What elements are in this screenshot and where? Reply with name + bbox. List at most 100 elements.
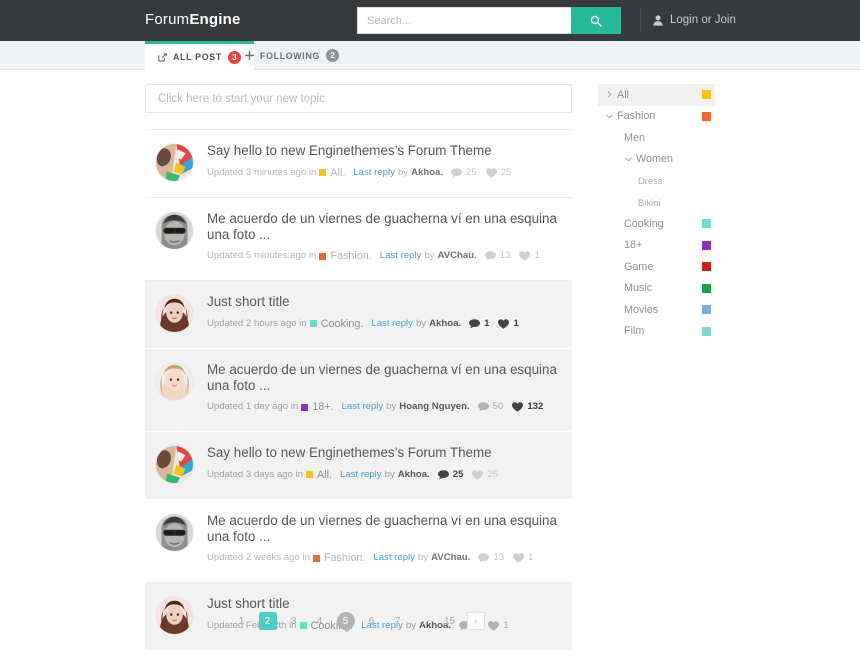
sidebar-category-game[interactable]: Game (598, 256, 715, 278)
pagination-page-1[interactable]: 1 (233, 612, 251, 630)
last-reply-link[interactable]: Last reply (340, 468, 382, 482)
post-updated: Updated 3 days ago in (207, 468, 303, 482)
search-button[interactable] (571, 7, 621, 34)
post-category[interactable]: Fashion. (330, 246, 375, 268)
post-avatar[interactable] (156, 514, 193, 551)
post-author[interactable]: AVChau. (431, 551, 470, 565)
post-author[interactable]: Akhoa. (398, 468, 430, 482)
category-color-swatch (702, 327, 711, 336)
avatar-image (156, 514, 193, 551)
sidebar-category-cooking[interactable]: Cooking (598, 213, 715, 235)
top-navbar: ForumEngine Login or Join (0, 0, 860, 41)
post-avatar[interactable] (156, 446, 193, 483)
post-category[interactable]: 18+. (312, 397, 337, 419)
heart-icon (519, 251, 530, 261)
post-row[interactable]: Me acuerdo de un viernes de guacherna ví… (145, 651, 572, 657)
category-color-swatch (702, 219, 711, 228)
post-row[interactable]: Me acuerdo de un viernes de guacherna ví… (145, 500, 572, 584)
post-row[interactable]: Say hello to new Enginethemes’s Forum Th… (145, 432, 572, 500)
post-title[interactable]: Say hello to new Enginethemes’s Forum Th… (207, 445, 562, 461)
sidebar-category-women[interactable]: Women (598, 149, 715, 171)
login-label: Login or Join (670, 14, 736, 26)
post-meta: Updated 3 days ago inAll.Last replybyAkh… (207, 464, 562, 486)
avatar-image (156, 144, 193, 181)
post-meta: Updated 1 day ago in18+.Last replybyHoan… (207, 397, 562, 419)
login-or-join-button[interactable]: Login or Join (640, 8, 736, 32)
like-count: 132 (512, 400, 543, 414)
sidebar-category-music[interactable]: Music (598, 278, 715, 300)
post-title[interactable]: Me acuerdo de un viernes de guacherna ví… (207, 211, 562, 243)
category-color-swatch (310, 320, 317, 327)
heart-icon (472, 470, 483, 480)
post-avatar[interactable] (156, 295, 193, 332)
sidebar-category-label: Dress (638, 175, 711, 186)
post-avatar[interactable] (156, 212, 193, 249)
comment-count: 50 (478, 400, 504, 414)
post-avatar[interactable] (156, 144, 193, 181)
post-avatar[interactable] (156, 363, 193, 400)
post-author[interactable]: AVChau. (438, 249, 477, 263)
sidebar-category-fashion[interactable]: Fashion (598, 106, 715, 128)
post-category[interactable]: All. (317, 464, 336, 486)
post-category[interactable]: Cooking. (321, 313, 368, 335)
sidebar-category-bikini[interactable]: Bikini (598, 192, 715, 214)
post-category[interactable]: All. (330, 162, 349, 184)
pagination-next-button[interactable]: › (467, 612, 485, 630)
last-reply-link[interactable]: Last reply (380, 249, 422, 263)
sidebar-category-18[interactable]: 18+ (598, 235, 715, 257)
new-topic-input[interactable]: Click here to start your new topic (145, 84, 572, 113)
by-label: by (386, 400, 396, 414)
pagination-page-7[interactable]: 7 (389, 612, 407, 630)
last-reply-link[interactable]: Last reply (373, 551, 415, 565)
main-content: Click here to start your new topic Say h… (145, 84, 572, 657)
new-topic-placeholder: Click here to start your new topic (158, 93, 325, 105)
like-count: 1 (513, 551, 533, 565)
sidebar-category-movies[interactable]: Movies (598, 299, 715, 321)
comment-count: 1 (469, 317, 489, 331)
post-title[interactable]: Say hello to new Enginethemes’s Forum Th… (207, 143, 562, 159)
collapse-toggle[interactable] (624, 157, 633, 162)
like-count: 1 (519, 249, 539, 263)
avatar-image (156, 295, 193, 332)
category-color-swatch (702, 305, 711, 314)
post-updated: Updated 3 minutes ago in (207, 166, 316, 180)
post-author[interactable]: Hoang Nguyen. (399, 400, 469, 414)
category-color-swatch (702, 262, 711, 271)
category-sidebar: AllFashionMenWomen Dress BikiniCooking18+G… (598, 84, 715, 342)
sidebar-category-dress[interactable]: Dress (598, 170, 715, 192)
pagination-page-2[interactable]: 2 (259, 612, 277, 630)
sidebar-category-all[interactable]: All (598, 84, 715, 106)
post-title[interactable]: Me acuerdo de un viernes de guacherna ví… (207, 513, 562, 545)
post-title[interactable]: Just short title (207, 294, 562, 310)
pagination-page-15[interactable]: 15 (441, 612, 459, 630)
post-row[interactable]: Just short titleUpdated 2 hours ago inCo… (145, 281, 572, 349)
comment-icon (478, 402, 489, 412)
post-title[interactable]: Just short title (207, 596, 562, 612)
pagination-page-3[interactable]: 3 (285, 612, 303, 630)
sidebar-category-film[interactable]: Film (598, 321, 715, 343)
tab-following[interactable]: FOLLOWING 2 (232, 41, 352, 70)
last-reply-link[interactable]: Last reply (342, 400, 384, 414)
post-row[interactable]: Say hello to new Enginethemes’s Forum Th… (145, 130, 572, 198)
post-title[interactable]: Me acuerdo de un viernes de guacherna ví… (207, 362, 562, 394)
pagination-page-5[interactable]: 5 (337, 612, 355, 630)
site-logo[interactable]: ForumEngine (145, 11, 241, 29)
post-row[interactable]: Me acuerdo de un viernes de guacherna ví… (145, 349, 572, 433)
post-row[interactable]: Me acuerdo de un viernes de guacherna ví… (145, 198, 572, 282)
pagination-page-4[interactable]: 4 (311, 612, 329, 630)
last-reply-link[interactable]: Last reply (371, 317, 413, 331)
post-author[interactable]: Akhoa. (411, 166, 443, 180)
like-count-value: 25 (501, 166, 512, 180)
collapse-toggle[interactable] (605, 114, 614, 119)
post-list: Say hello to new Enginethemes’s Forum Th… (145, 129, 572, 657)
comment-icon (438, 470, 449, 480)
pagination: 1234567...15› (145, 612, 572, 630)
post-author[interactable]: Akhoa. (429, 317, 461, 331)
post-category[interactable]: Fashion. (324, 548, 369, 570)
forum-page: ForumEngine Login or Join (0, 0, 860, 657)
last-reply-link[interactable]: Last reply (353, 166, 395, 180)
sidebar-category-men[interactable]: Men (598, 127, 715, 149)
expand-toggle[interactable] (605, 91, 614, 98)
search-input[interactable] (357, 7, 571, 34)
pagination-page-6[interactable]: 6 (363, 612, 381, 630)
